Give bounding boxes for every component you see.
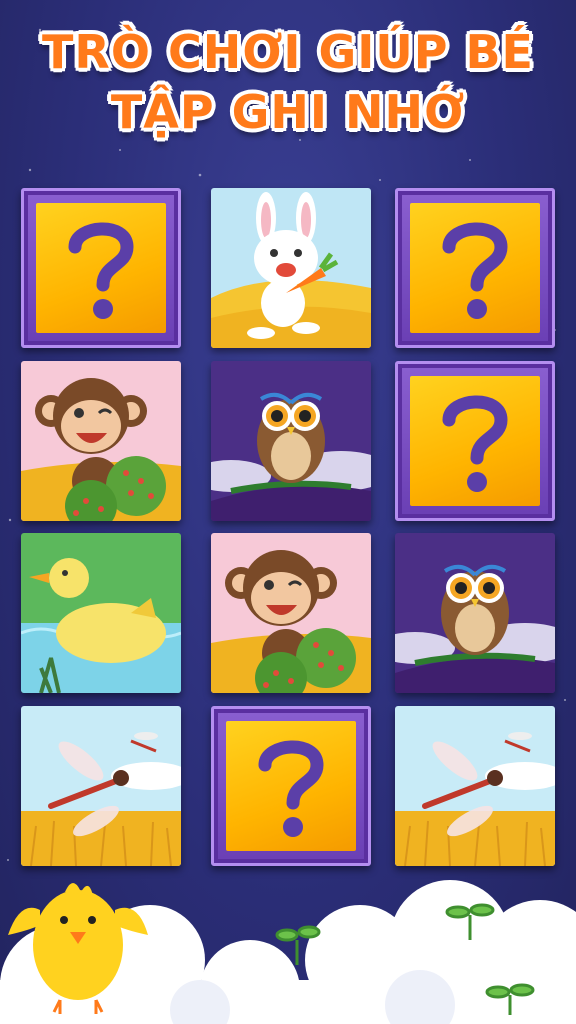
- card-face-down[interactable]: [395, 188, 555, 348]
- card-grid: [0, 0, 576, 1024]
- card-dragonfly[interactable]: [21, 706, 181, 866]
- card-face-down[interactable]: [21, 188, 181, 348]
- card-duck[interactable]: [21, 533, 181, 693]
- monkey-icon: [211, 533, 371, 693]
- card-monkey[interactable]: [211, 533, 371, 693]
- question-mark-icon: [442, 395, 508, 492]
- owl-icon: [211, 361, 371, 521]
- card-owl[interactable]: [395, 533, 555, 693]
- card-face-down[interactable]: [211, 706, 371, 866]
- card-rabbit[interactable]: [211, 188, 371, 348]
- question-mark-icon: [68, 222, 134, 319]
- card-dragonfly[interactable]: [395, 706, 555, 866]
- question-mark-icon: [442, 222, 508, 319]
- rabbit-icon: [211, 188, 371, 348]
- dragonfly-icon: [21, 706, 181, 866]
- card-monkey[interactable]: [21, 361, 181, 521]
- dragonfly-icon: [395, 706, 555, 866]
- owl-icon: [395, 533, 555, 693]
- question-mark-icon: [258, 740, 324, 837]
- monkey-icon: [21, 361, 181, 521]
- duck-icon: [21, 533, 181, 693]
- card-owl[interactable]: [211, 361, 371, 521]
- card-face-down[interactable]: [395, 361, 555, 521]
